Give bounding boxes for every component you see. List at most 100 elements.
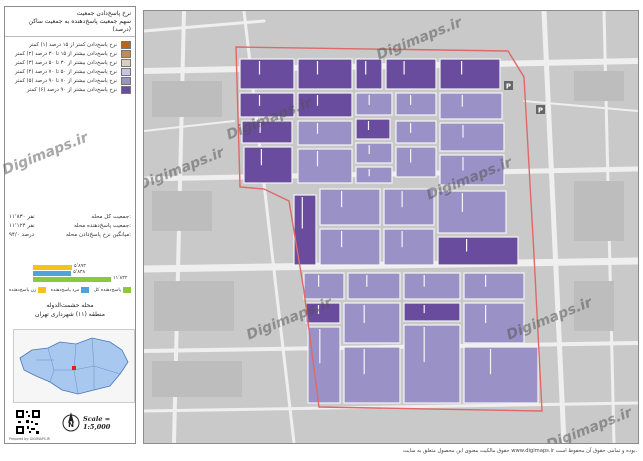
census-block <box>239 58 295 90</box>
alley <box>485 275 487 287</box>
census-block <box>243 146 293 184</box>
census-block <box>355 92 393 116</box>
legend-title: نرخ پاسخ‌دادن جمعیت سهم جمعیت پاسخ‌دهنده… <box>5 7 135 37</box>
tehran-locator-map <box>13 329 135 403</box>
legend-item: نرخ پاسخ‌دادن بیشتر از ۷۰ تا ۹۰ درصد (۵)… <box>9 76 131 85</box>
census-block <box>463 346 539 404</box>
bar-key-label: مرد پاسخ‌دهنده <box>50 287 80 293</box>
alley <box>260 149 262 166</box>
copyright-footer: حقوق مالکیت معنوی این محصول متعلق به سای… <box>403 448 637 454</box>
census-block <box>437 236 519 266</box>
alley <box>363 349 365 375</box>
census-block <box>383 188 435 226</box>
census-block <box>439 122 505 152</box>
north-arrow-icon: N <box>62 412 80 432</box>
bar-value: ۱۱٬۸۳۲ <box>113 276 128 281</box>
legend-item-label: نرخ پاسخ‌دادن بیشتر از ۳۰ تا ۵۰ درصد (۳)… <box>15 59 117 66</box>
census-block <box>395 146 437 178</box>
alley <box>461 95 463 107</box>
census-block <box>307 326 341 404</box>
population-bar: ۵٬۸۹۳ <box>33 264 86 270</box>
alley <box>461 61 463 75</box>
legend-item: نرخ پاسخ‌دادن بیشتر از ۵۰ تا ۷۰ درصد (۴)… <box>9 67 131 76</box>
stat-value: ۱۱٬۸۳۰ نفر <box>9 214 35 220</box>
bar-key: زن پاسخ‌دهنده <box>9 287 47 293</box>
census-block <box>439 92 503 120</box>
alley <box>368 95 370 105</box>
alley <box>410 149 412 163</box>
stat-row: ۱۱٬۱۲۴ نفر جمعیت پاسخ‌دهنده محله: <box>9 222 131 231</box>
stat-label: جمعیت کل محله: <box>91 214 131 220</box>
legend-item-label: نرخ پاسخ‌دادن بیشتر از ۵۰ تا ۷۰ درصد (۴)… <box>15 68 117 75</box>
census-block <box>297 120 353 146</box>
stat-row: ۹۴/۰ درصد میانگین نرخ پاسخ‌دادن محله: <box>9 231 131 240</box>
bar-key-swatch <box>81 287 90 293</box>
census-block <box>403 302 461 322</box>
bar-keys: زن پاسخ‌دهنده مرد پاسخ‌دهنده پاسخ‌دهنده کل <box>9 287 131 293</box>
legend-panel: نرخ پاسخ‌دادن جمعیت سهم جمعیت پاسخ‌دهنده… <box>4 6 136 444</box>
legend-swatch <box>121 67 131 76</box>
stat-value: ۱۱٬۱۲۴ نفر <box>9 223 35 229</box>
census-block <box>355 142 393 164</box>
alley <box>301 197 303 229</box>
legend-swatch <box>121 85 131 94</box>
legend-item-label: نرخ پاسخ‌دادن بیشتر از ۹۰ درصد (۶) کمتر <box>26 86 117 93</box>
census-block <box>319 188 381 226</box>
census-block <box>383 228 435 266</box>
svg-text:P: P <box>538 107 543 115</box>
legend-swatch <box>121 58 131 67</box>
alley <box>489 349 492 375</box>
alley <box>403 61 405 75</box>
map-scale: Scale = 1:5,000 <box>83 415 111 431</box>
census-block <box>303 272 345 300</box>
alley <box>368 145 370 154</box>
bar-key: مرد پاسخ‌دهنده <box>51 287 90 293</box>
legend-item: نرخ پاسخ‌دادن کمتر از ۱۵ درصد (۱) کمتر <box>9 40 131 49</box>
legend-item-label: نرخ پاسخ‌دادن بیشتر از ۱۵ تا ۳۰ درصد (۲)… <box>15 50 117 57</box>
alley <box>319 329 321 364</box>
alley <box>410 123 412 133</box>
census-block <box>395 120 437 144</box>
location-title: محله حشمت‌الدوله منطقه (۱۱) شهرداری تهرا… <box>9 301 131 319</box>
census-block <box>305 302 341 324</box>
alley <box>259 123 261 133</box>
alley <box>316 95 319 106</box>
bar-key-label: پاسخ‌دهنده کل <box>93 287 121 293</box>
legend-swatch <box>121 76 131 85</box>
neighborhood-stats: ۱۱٬۸۳۰ نفر جمعیت کل محله: ۱۱٬۱۲۴ نفر جمعیت … <box>5 213 135 240</box>
alley <box>316 123 319 134</box>
census-block <box>343 302 401 344</box>
legend-item: نرخ پاسخ‌دادن بیشتر از ۱۵ تا ۳۰ درصد (۲)… <box>9 49 131 58</box>
alley <box>423 305 425 314</box>
map-canvas: P P <box>144 11 638 443</box>
alley <box>258 95 261 106</box>
census-block <box>239 92 295 118</box>
legend-item-label: نرخ پاسخ‌دادن کمتر از ۱۵ درصد (۱) کمتر <box>29 41 117 48</box>
census-block <box>297 148 353 184</box>
svg-text:N: N <box>68 421 74 429</box>
legend-title-line2: سهم جمعیت پاسخ‌دهنده به جمعیت ساکن (درصد… <box>28 18 131 33</box>
alley <box>368 169 370 177</box>
alley <box>367 121 370 130</box>
legend-item: نرخ پاسخ‌دادن بیشتر از ۹۰ درصد (۶) کمتر <box>9 85 131 94</box>
alley <box>316 151 319 167</box>
census-block <box>439 58 501 90</box>
stat-label: جمعیت پاسخ‌دهنده محله: <box>73 223 131 229</box>
alley <box>317 305 320 314</box>
credit-text: Prepared by: DIGIMAPS.IR <box>9 437 50 441</box>
alley <box>363 305 365 323</box>
legend-item-label: نرخ پاسخ‌دادن بیشتر از ۷۰ تا ۹۰ درصد (۵)… <box>15 77 117 84</box>
bar-value: ۵٬۸۹۳ <box>74 264 86 269</box>
census-block <box>355 58 383 90</box>
alley <box>316 61 319 75</box>
legend-items: نرخ پاسخ‌دادن کمتر از ۱۵ درصد (۱) کمتر نر… <box>5 37 135 97</box>
stat-value: ۹۴/۰ درصد <box>9 232 35 238</box>
census-block <box>463 272 525 300</box>
census-block <box>297 58 353 90</box>
alley <box>366 275 368 287</box>
bar-key-label: زن پاسخ‌دهنده <box>9 287 37 293</box>
alley <box>341 191 343 208</box>
population-bars: ۵٬۸۹۳ ۵٬۸۳۸ ۱۱٬۸۳۲ <box>33 264 133 283</box>
census-block <box>347 272 401 300</box>
location-line1: محله حشمت‌الدوله <box>46 302 94 309</box>
